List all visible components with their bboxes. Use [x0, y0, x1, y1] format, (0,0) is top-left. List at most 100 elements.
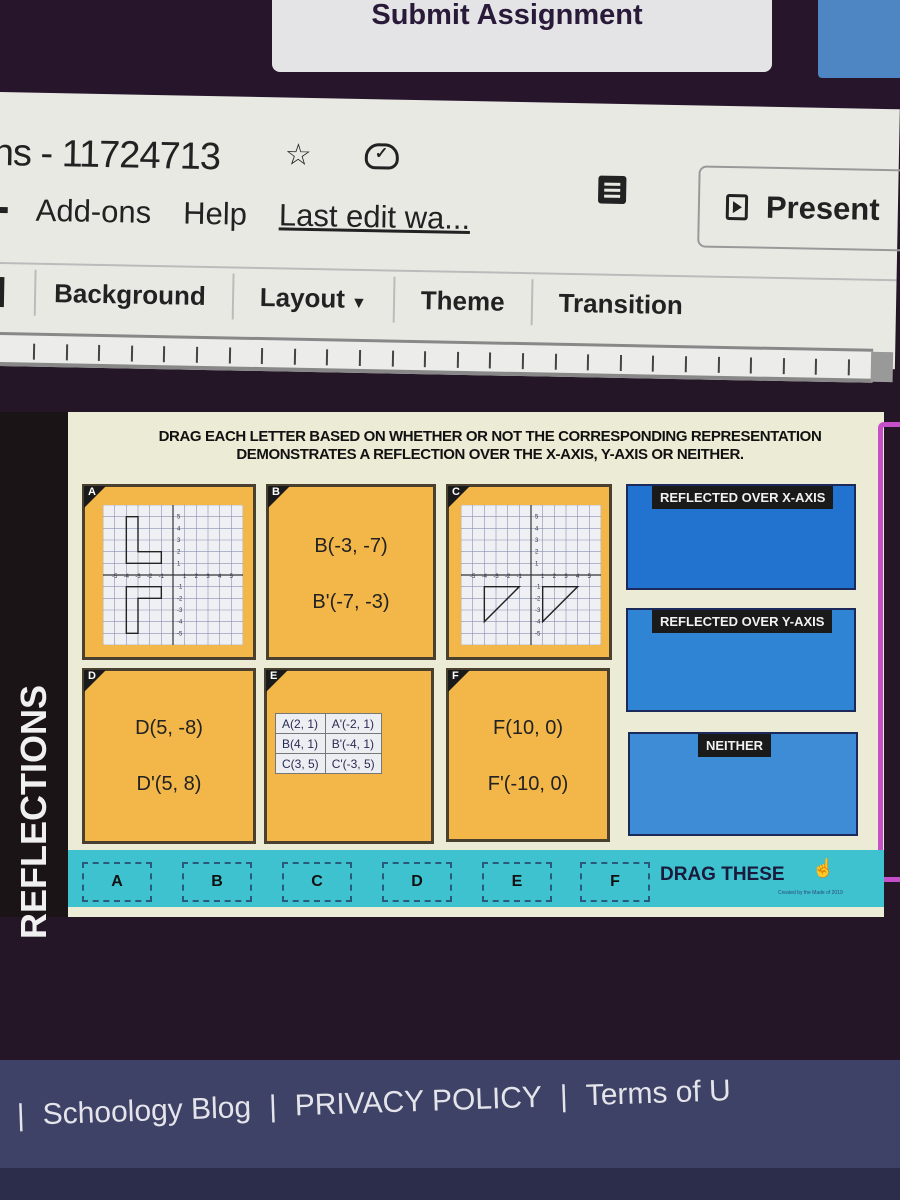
transition-button[interactable]: Transition: [558, 287, 683, 320]
horizontal-ruler[interactable]: [0, 331, 894, 383]
footer-link-schoology-blog[interactable]: Schoology Blog: [42, 1091, 252, 1132]
table-cell: A(2, 1): [275, 713, 326, 734]
ruler-tick: [554, 353, 557, 370]
shape-outline: [483, 585, 522, 624]
table-row: C(3, 5) C'(-3, 5): [275, 753, 382, 774]
screen: Submit Assignment ns - 11724713 ☆ Add-on…: [0, 0, 900, 1200]
y-tick-label: 2: [535, 550, 539, 556]
ruler-tick: [619, 354, 622, 371]
ruler-tick: [163, 346, 166, 363]
y-tick-label: -5: [535, 631, 541, 637]
next-slide-edge: [878, 422, 900, 882]
table-cell: C(3, 5): [275, 753, 326, 774]
background-button[interactable]: Background: [54, 278, 206, 312]
table-cell: A'(-2, 1): [324, 713, 382, 734]
drop-zone-y-axis[interactable]: REFLECTED OVER Y-AXIS: [626, 608, 856, 712]
ruler-tick: [130, 345, 133, 362]
credit-text: Created by the Made of 2019: [778, 890, 843, 896]
table-row: B(4, 1) B'(-4, 1): [275, 733, 382, 754]
x-tick-label: -5: [112, 574, 118, 580]
ruler-tick: [717, 356, 720, 373]
y-tick-label: -4: [177, 620, 183, 626]
card-e: E A(2, 1) A'(-2, 1) B(4, 1) B'(-4, 1) C(…: [264, 668, 434, 844]
drag-tile-f[interactable]: F: [580, 862, 650, 902]
y-tick-label: 4: [177, 526, 181, 532]
table-cell: C'(-3, 5): [324, 753, 382, 774]
menu-item-truncated[interactable]: [0, 206, 8, 214]
x-tick-label: -2: [147, 574, 153, 580]
present-button[interactable]: Present: [697, 165, 900, 252]
ruler-tick: [261, 348, 264, 365]
layout-button[interactable]: Layout ▼: [260, 282, 368, 315]
drag-tile-d[interactable]: D: [382, 862, 452, 902]
ruler-tick: [586, 354, 590, 371]
card-letter: F: [452, 670, 459, 682]
y-tick-label: -3: [177, 608, 183, 614]
card-b: B B(-3, -7) B'(-7, -3): [266, 484, 436, 660]
last-edit-link[interactable]: Last edit wa...: [279, 197, 471, 237]
x-tick-label: -4: [124, 574, 130, 580]
submit-assignment-label: Submit Assignment: [371, 0, 643, 31]
y-tick-label: 3: [535, 538, 539, 544]
submit-assignment-button[interactable]: Submit Assignment: [272, 0, 772, 72]
image-point: B'(-7, -3): [312, 591, 390, 613]
toolbar-item-truncated[interactable]: [0, 276, 5, 308]
ruler-tick: [815, 358, 818, 375]
menu-item-help[interactable]: Help: [183, 196, 247, 233]
footer-bottom-strip: [0, 1168, 900, 1200]
blue-tab-button[interactable]: [818, 0, 900, 78]
table-cell: B'(-4, 1): [324, 733, 382, 754]
card-c: C -5 -4 -3 -2 -1 1 2 3 4 5 5 4 3 2 1 -1 -2 -3 -4 -5: [446, 484, 612, 660]
slide-canvas: REFLECTIONS DRAG EACH LETTER BASED ON WH…: [0, 412, 900, 939]
drop-zone-x-axis[interactable]: REFLECTED OVER X-AXIS: [626, 484, 856, 590]
drop-zone-neither[interactable]: NEITHER: [628, 732, 858, 836]
ruler-tick: [326, 349, 329, 366]
drag-these-label: DRAG THESE: [660, 864, 785, 885]
x-tick-label: -2: [505, 574, 511, 580]
card-letter: E: [270, 670, 278, 682]
drag-tile-b[interactable]: B: [182, 862, 252, 902]
x-tick-label: -3: [493, 574, 499, 580]
image-point: F'(-10, 0): [487, 773, 569, 795]
footer-link-terms[interactable]: Terms of U: [585, 1074, 731, 1113]
footer-separator: |: [16, 1098, 26, 1133]
coordinate-grid-a: -5 -4 -3 -2 -1 1 2 3 4 554321-1-2-3-4-5: [103, 505, 243, 645]
card-letter: A: [88, 486, 96, 498]
drag-tile-a[interactable]: A: [82, 862, 152, 902]
side-title: REFLECTIONS: [13, 684, 54, 940]
y-tick-label: 3: [177, 538, 181, 544]
zone-label-y-axis: REFLECTED OVER Y-AXIS: [652, 610, 833, 633]
ruler-tick: [749, 357, 753, 374]
toolbar-divider: [392, 276, 396, 323]
x-tick-label: -4: [482, 574, 488, 580]
ruler-tick: [456, 351, 459, 368]
card-f: F F(10, 0) F'(-10, 0): [446, 668, 610, 842]
footer-link-privacy-policy[interactable]: PRIVACY POLICY: [294, 1081, 542, 1124]
toolbar-divider: [231, 273, 235, 320]
cloud-saved-icon[interactable]: [364, 143, 400, 170]
table-row: A(2, 1) A'(-2, 1): [275, 713, 382, 734]
ruler-tick: [489, 352, 492, 369]
comments-icon[interactable]: [597, 175, 627, 205]
y-tick-label: -1: [177, 585, 183, 591]
y-tick-label: 2: [177, 550, 181, 556]
y-tick-label: -5: [177, 631, 183, 637]
footer-separator: |: [559, 1079, 569, 1114]
ruler-tick: [32, 343, 36, 360]
ruler-tick: [195, 346, 199, 363]
ruler-tick: [391, 350, 394, 367]
menu-item-add-ons[interactable]: Add-ons: [35, 193, 151, 231]
document-title[interactable]: ns - 11724713: [0, 132, 220, 179]
theme-button[interactable]: Theme: [421, 285, 505, 318]
ruler-tick: [65, 344, 68, 361]
y-tick-label: 1: [177, 561, 181, 567]
footer-separator: |: [268, 1090, 278, 1124]
card-a: A -5 -4 -3 -2 -1 1 2 3 4 5 5 4 3 2 1 -1 -2 -3 -4 -5: [82, 484, 256, 660]
image-point: D'(5, 8): [136, 773, 202, 795]
drag-tile-c[interactable]: C: [282, 862, 352, 902]
coordinate-table: A(2, 1) A'(-2, 1) B(4, 1) B'(-4, 1) C(3,…: [275, 713, 382, 774]
drag-tile-e[interactable]: E: [482, 862, 552, 902]
card-letter: B: [272, 486, 280, 498]
ruler-tick: [423, 351, 427, 368]
star-icon[interactable]: ☆: [285, 137, 313, 173]
